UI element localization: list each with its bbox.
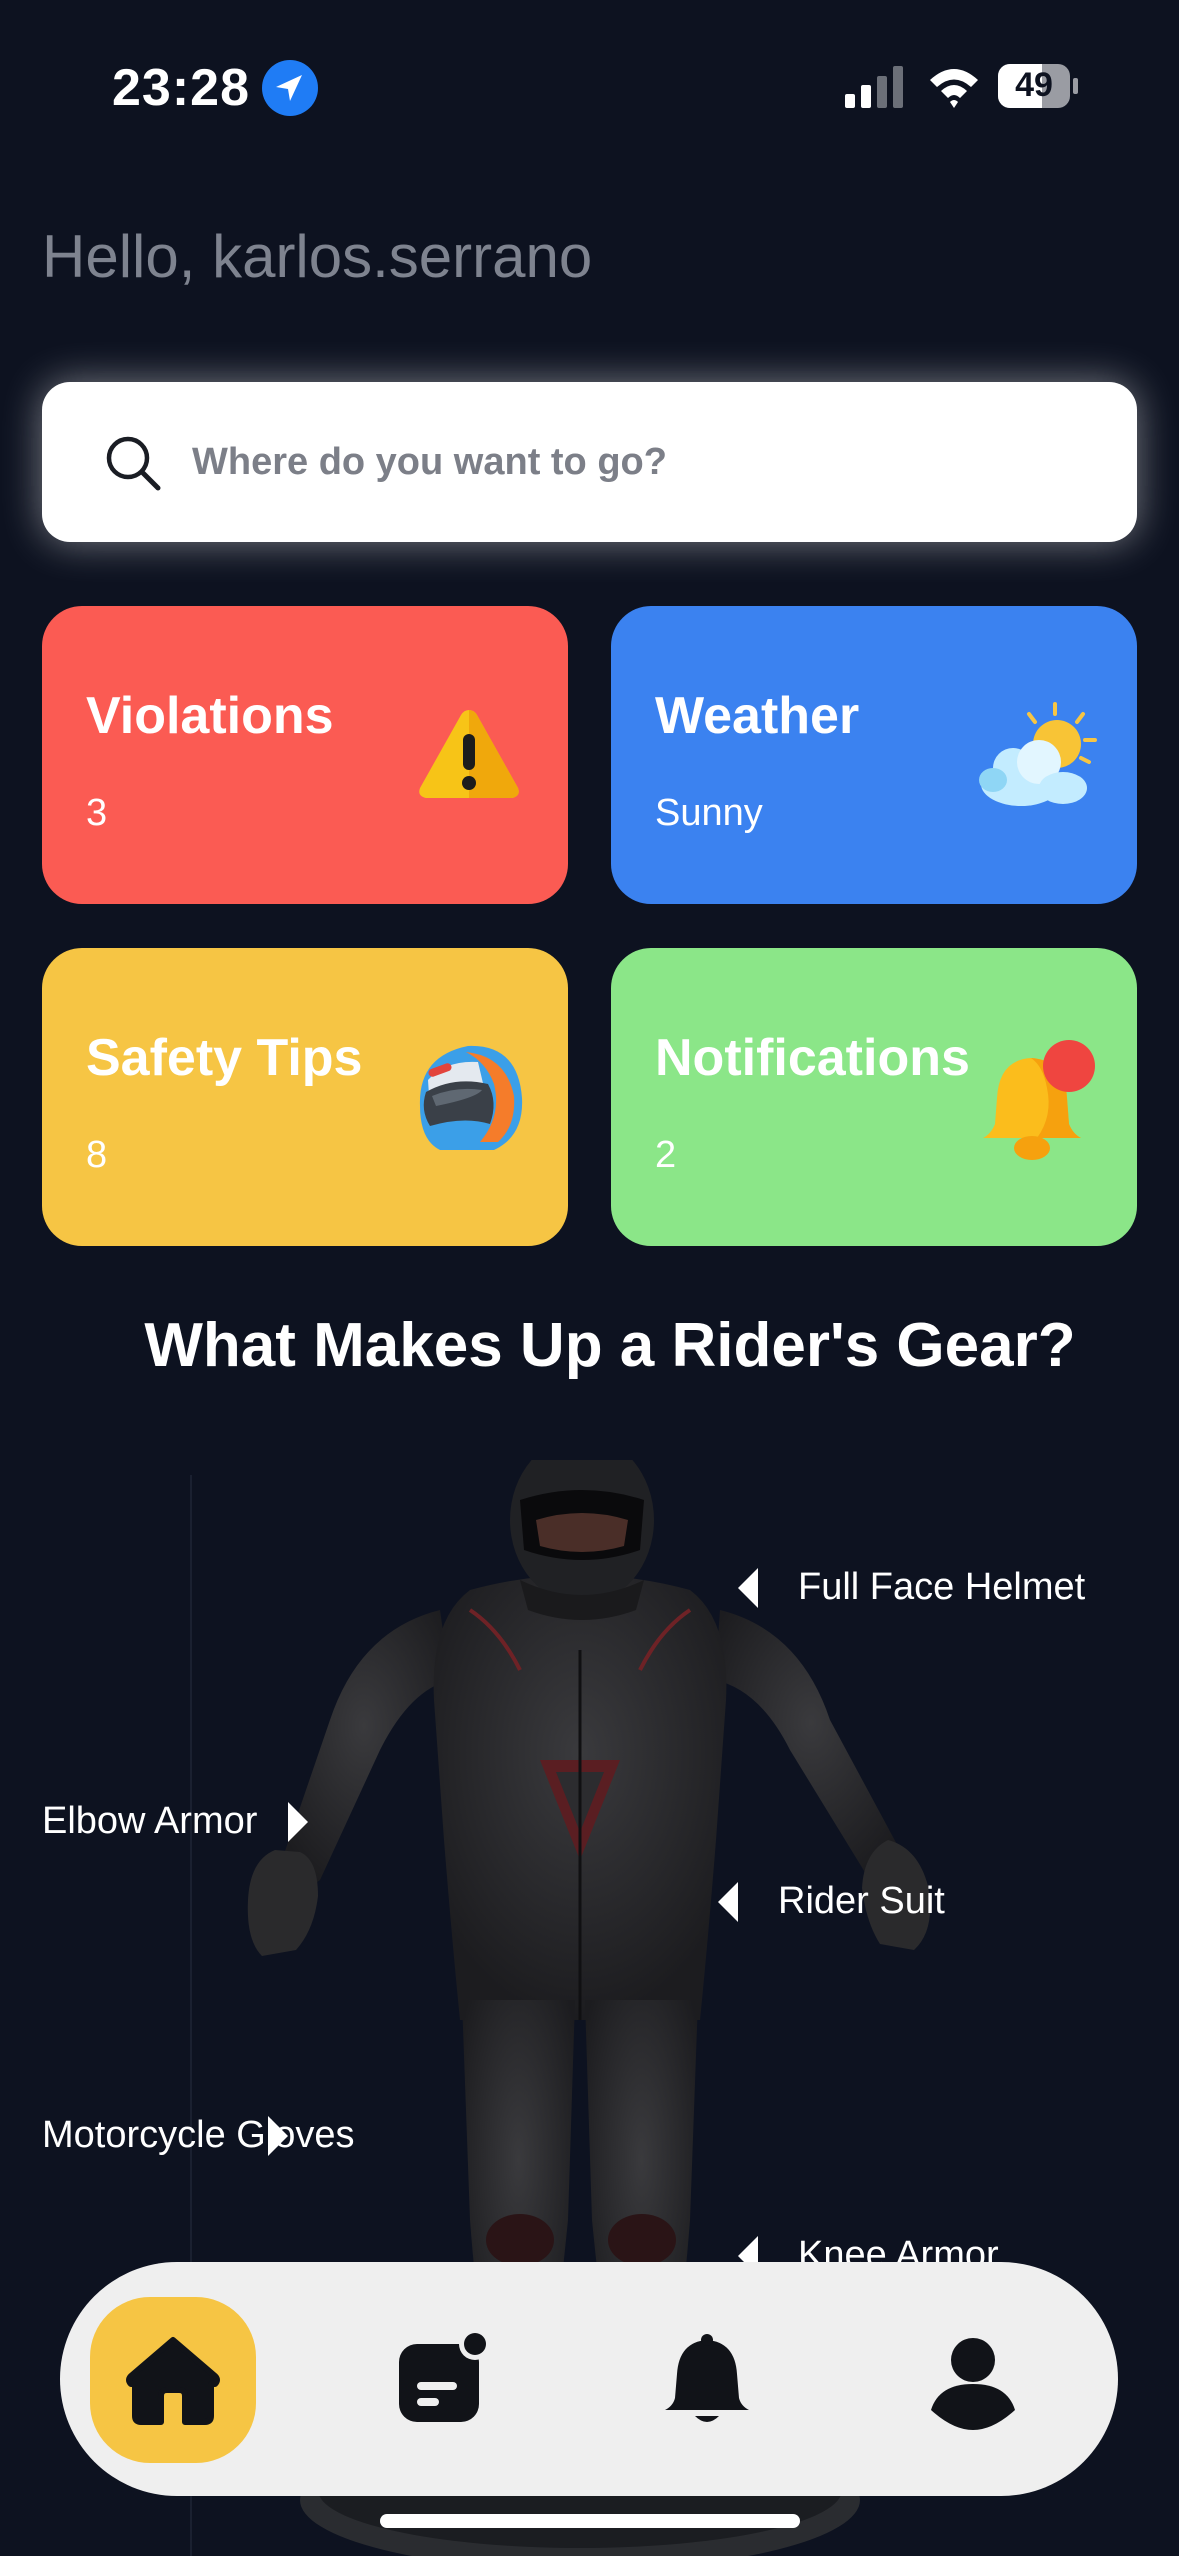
home-icon [126,2337,220,2425]
gear-section-title: What Makes Up a Rider's Gear? [144,1311,1076,1380]
gear-label-gloves: Motorcycle Gloves [42,2114,355,2156]
location-arrow-icon [262,60,318,116]
bell-icon [665,2334,749,2422]
card-value: Sunny [655,792,763,834]
pointer-arrow-icon [718,1882,738,1922]
pointer-arrow-icon [268,2116,288,2156]
gear-label-helmet: Full Face Helmet [798,1566,1086,1608]
nav-profile-button[interactable] [890,2297,1056,2463]
profile-icon [931,2338,1015,2430]
card-title: Weather [655,687,860,745]
violations-card[interactable]: Violations 3 [42,606,568,904]
helmet-icon [419,1045,523,1150]
pointer-arrow-icon [738,1568,758,1608]
news-icon [399,2330,491,2422]
sun-cloud-icon [979,702,1097,806]
bottom-nav [60,2262,1118,2496]
greeting: Hello, karlos.serrano [42,223,593,290]
warning-icon [419,710,519,798]
bell-icon [983,1040,1095,1160]
status-bar: 23:28 49 [0,0,1179,170]
gear-label-rider-suit: Rider Suit [778,1880,945,1922]
card-value: 3 [86,792,108,834]
card-title: Violations [86,687,334,745]
weather-card[interactable]: Weather Sunny [611,606,1137,904]
card-title: Safety Tips [86,1029,363,1087]
nav-news-button[interactable] [358,2297,524,2463]
pointer-arrow-icon [288,1802,308,1842]
nav-notifications-button[interactable] [624,2297,790,2463]
search-icon [106,436,161,491]
card-title: Notifications [655,1029,970,1087]
card-value: 2 [655,1134,677,1176]
search-input[interactable] [192,422,1092,502]
status-time: 23:28 [112,59,250,117]
gear-label-elbow-armor: Elbow Armor [42,1800,258,1842]
home-indicator [380,2514,800,2528]
search-bar[interactable] [42,382,1137,542]
nav-home-button[interactable] [90,2297,256,2463]
wifi-icon [930,69,978,108]
notifications-card[interactable]: Notifications 2 [611,948,1137,1246]
safety-tips-card[interactable]: Safety Tips 8 [42,948,568,1246]
battery-level: 49 [1015,66,1053,104]
card-value: 8 [86,1134,108,1176]
cellular-signal-icon [845,66,903,108]
